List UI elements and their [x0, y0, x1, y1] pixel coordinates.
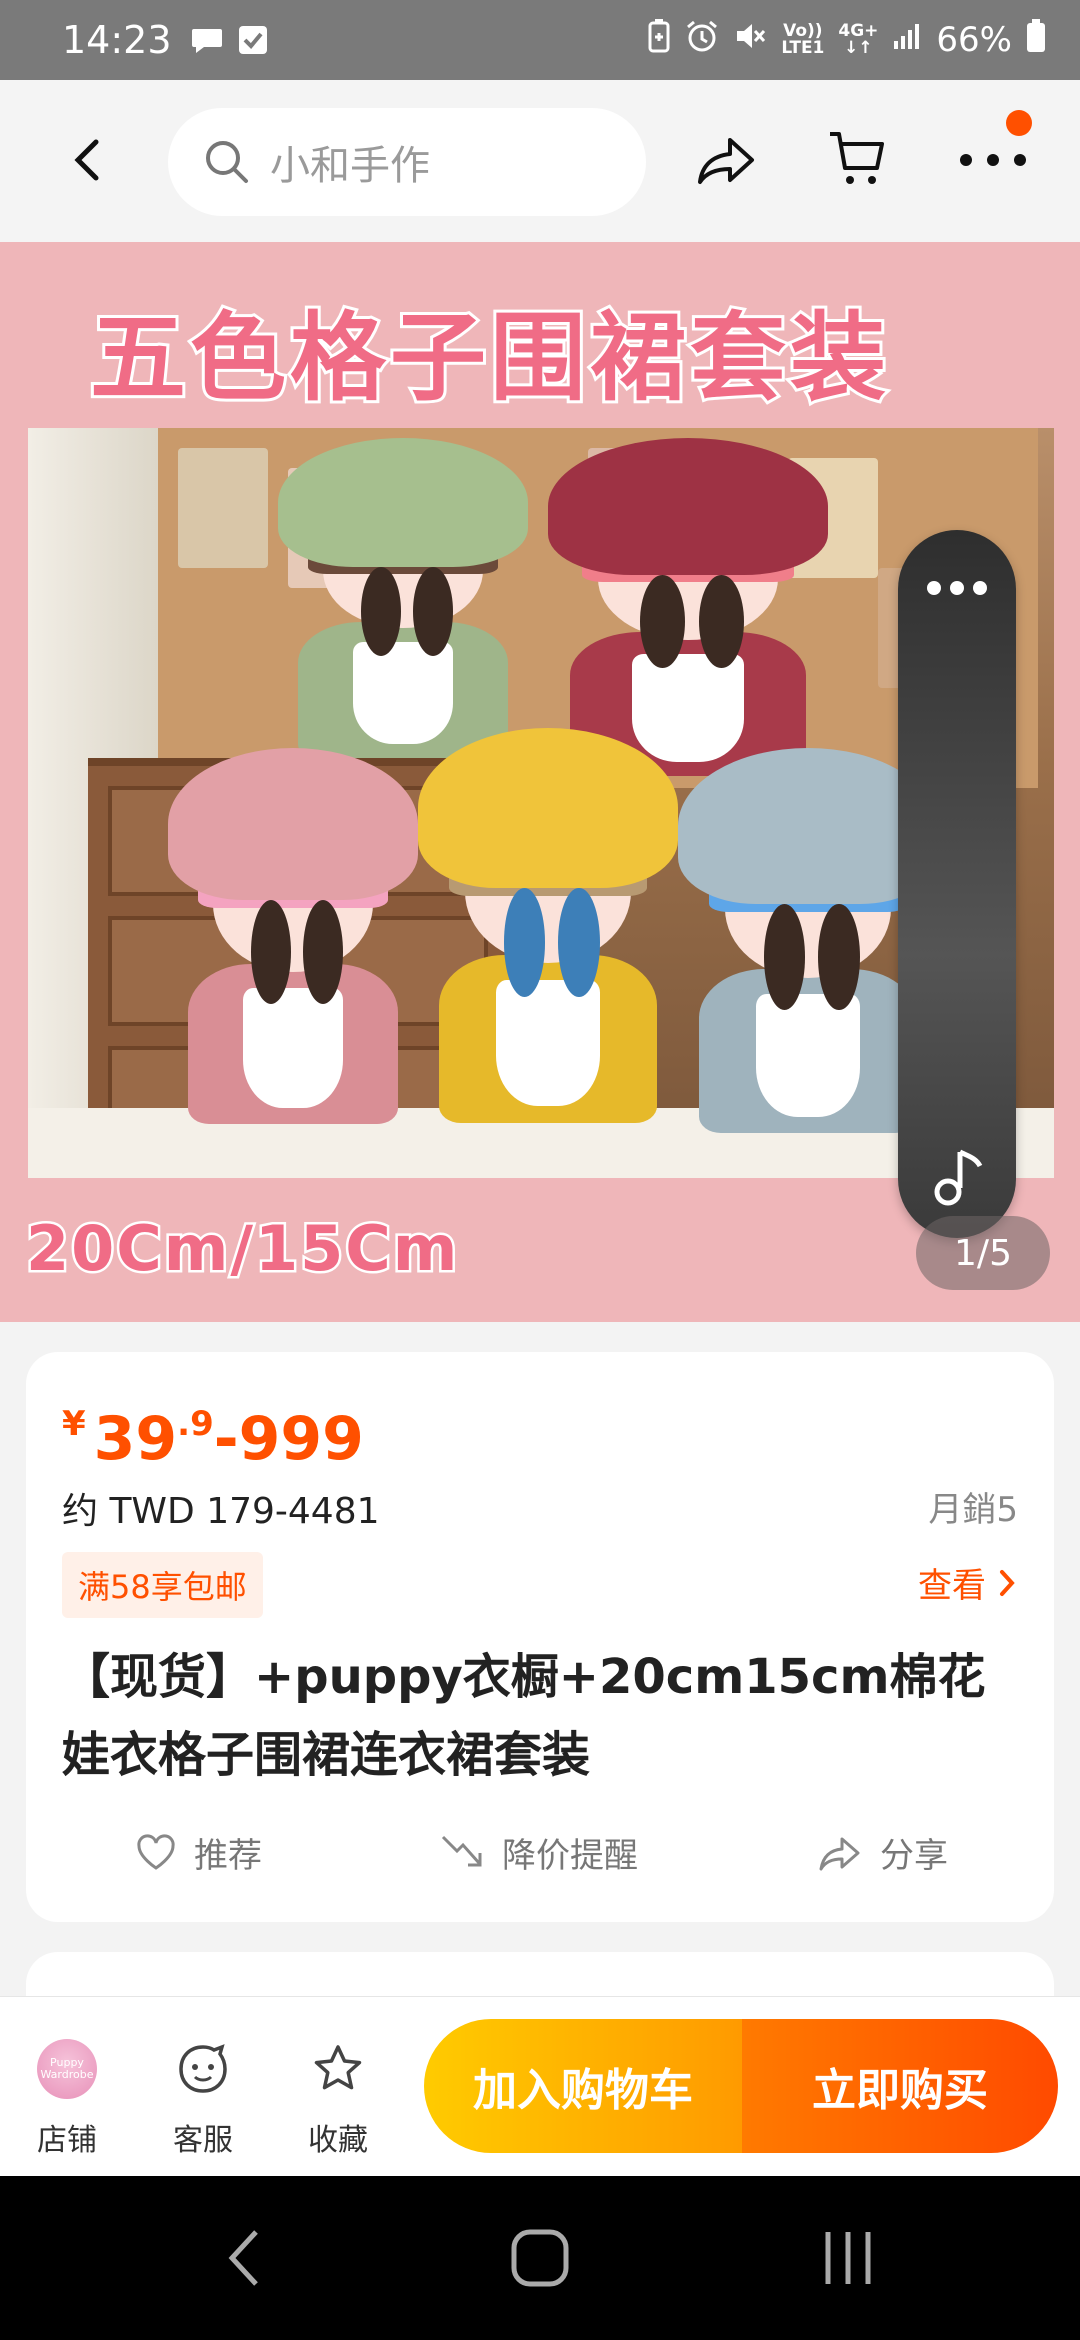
image-pager: 1/5 — [916, 1216, 1050, 1290]
music-note-icon — [934, 1149, 983, 1206]
notification-dot — [1006, 110, 1032, 136]
doll-pink — [168, 748, 418, 1148]
top-navigation: 小和手作 — [0, 80, 1080, 242]
monthly-sales: 月銷5 — [928, 1490, 1018, 1530]
search-icon — [206, 141, 248, 183]
favorite-button[interactable]: 收藏 — [283, 1997, 393, 2177]
status-time: 14:23 — [62, 18, 172, 62]
share-icon — [819, 1837, 860, 1870]
cart-button[interactable] — [826, 126, 890, 190]
share-arrow-icon — [698, 138, 754, 184]
banner-size-label: 20Cm/15Cm — [23, 1210, 460, 1288]
battery-saver-icon — [647, 18, 671, 62]
system-back-button[interactable] — [206, 2218, 286, 2298]
converted-price: 约 TWD 179-4481 — [62, 1491, 380, 1532]
chevron-right-icon — [1000, 1569, 1015, 1596]
product-title: 【现货】+puppy衣橱+20cm15cm棉花娃衣格子围裙连衣裙套装 — [62, 1649, 986, 1783]
status-bar: 14:23 Vo)) LTE1 4G+ ↓↑ 66% — [0, 0, 1080, 80]
banner-title: 五色格子围裙套装 — [87, 299, 890, 417]
product-image-gallery[interactable]: 五色格子围裙套装 20Cm/15Cm 1/5 — [0, 242, 1080, 1322]
system-home-icon — [511, 2229, 569, 2287]
volte-indicator: Vo)) LTE1 — [781, 21, 825, 58]
search-input[interactable]: 小和手作 — [168, 108, 646, 216]
product-info-card: ¥39.9-999 约 TWD 179-4481 月銷5 满58享包邮 查看 【… — [26, 1352, 1054, 1922]
doll-yellow — [418, 728, 678, 1148]
mute-icon — [733, 19, 767, 62]
checkbox-notification-icon — [238, 25, 268, 55]
chat-icon — [190, 25, 224, 55]
customer-service-icon — [179, 2044, 227, 2093]
share-product-button[interactable]: 分享 — [818, 1828, 948, 1877]
more-dots-icon — [960, 154, 1026, 166]
star-icon — [314, 2045, 362, 2090]
signal-icon — [892, 20, 922, 60]
heart-icon — [137, 1833, 175, 1870]
back-button[interactable] — [58, 128, 118, 192]
customer-service-button[interactable]: 客服 — [148, 1997, 258, 2177]
system-back-icon — [228, 2230, 258, 2286]
price-alert-button[interactable]: 降价提醒 — [440, 1828, 638, 1877]
system-home-button[interactable] — [500, 2218, 580, 2298]
system-recents-button[interactable] — [808, 2218, 888, 2298]
free-shipping-badge: 满58享包邮 — [62, 1552, 263, 1618]
back-arrow-icon — [74, 139, 99, 181]
floating-music-widget[interactable] — [898, 530, 1016, 1238]
add-to-cart-button[interactable]: 加入购物车 — [424, 2019, 742, 2153]
product-actions: 推荐 降价提醒 分享 — [26, 1828, 1054, 1898]
price: ¥39.9-999 — [62, 1404, 364, 1474]
price-drop-icon — [441, 1835, 482, 1866]
more-menu-button[interactable] — [956, 140, 1030, 180]
doll-green — [278, 438, 528, 778]
view-label: 查看 — [918, 1566, 986, 1606]
shopping-cart-icon — [830, 132, 884, 184]
alarm-icon — [685, 19, 719, 62]
more-dots-icon — [927, 581, 987, 595]
battery-icon — [1026, 18, 1046, 62]
data-network-indicator: 4G+ ↓↑ — [838, 21, 879, 58]
bottom-action-bar: Puppy Wardrobe 店铺 客服 收藏 加入购物车 立即购买 — [0, 1996, 1080, 2176]
shop-button[interactable]: Puppy Wardrobe 店铺 — [12, 1997, 122, 2177]
shop-avatar: Puppy Wardrobe — [37, 2039, 97, 2099]
system-recents-icon — [825, 2232, 871, 2284]
share-button[interactable] — [694, 128, 758, 192]
battery-percent: 66% — [936, 20, 1012, 60]
view-promotion-link[interactable]: 查看 — [918, 1558, 1018, 1607]
system-navigation-bar — [0, 2176, 1080, 2340]
search-placeholder: 小和手作 — [270, 143, 430, 189]
recommend-button[interactable]: 推荐 — [136, 1828, 262, 1877]
buy-now-button[interactable]: 立即购买 — [742, 2019, 1058, 2153]
